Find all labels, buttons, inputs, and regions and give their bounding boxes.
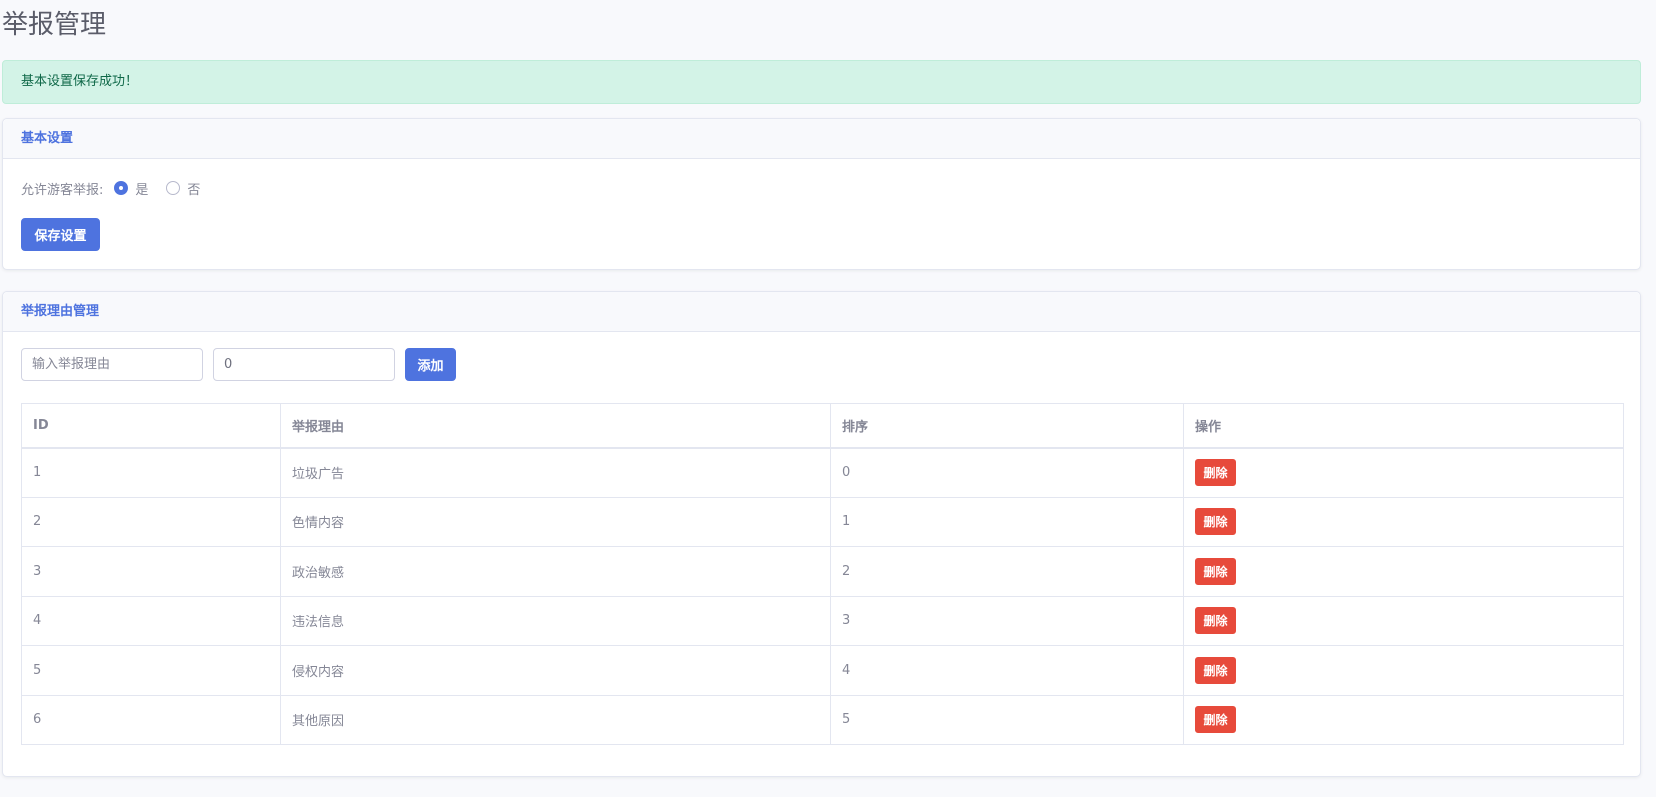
cell-sort: 4 — [830, 645, 1184, 696]
column-header-action: 操作 — [1183, 403, 1624, 449]
guest-report-yes-option[interactable]: 是 — [114, 179, 148, 198]
cell-action: 删除 — [1183, 546, 1624, 597]
table-row: 5 侵权内容 4 删除 — [21, 645, 1624, 696]
basic-settings-card: 基本设置 允许游客举报: 是 否 保存设置 — [2, 118, 1641, 270]
cell-action: 删除 — [1183, 595, 1624, 646]
save-settings-button[interactable]: 保存设置 — [21, 218, 100, 251]
cell-reason: 其他原因 — [280, 694, 831, 745]
success-alert: 基本设置保存成功！ — [2, 60, 1641, 104]
table-row: 2 色情内容 1 删除 — [21, 496, 1624, 547]
cell-id: 2 — [21, 496, 281, 547]
cell-action: 删除 — [1183, 447, 1624, 498]
radio-no[interactable] — [166, 181, 181, 195]
delete-button[interactable]: 删除 — [1195, 459, 1236, 486]
column-header-reason: 举报理由 — [280, 403, 831, 449]
delete-button[interactable]: 删除 — [1195, 508, 1236, 536]
reason-input[interactable] — [21, 348, 203, 381]
table-row: 1 垃圾广告 0 删除 — [21, 447, 1624, 498]
delete-button[interactable]: 删除 — [1195, 607, 1236, 635]
cell-id: 3 — [21, 546, 281, 597]
cell-id: 6 — [21, 694, 281, 745]
table-row: 6 其他原因 5 删除 — [21, 694, 1624, 745]
cell-sort: 1 — [830, 496, 1184, 547]
cell-reason: 政治敏感 — [280, 546, 831, 597]
radio-yes[interactable] — [114, 181, 129, 195]
add-reason-button[interactable]: 添加 — [405, 348, 456, 381]
table-row: 4 违法信息 3 删除 — [21, 595, 1624, 646]
radio-no-label: 否 — [187, 182, 201, 198]
column-header-sort: 排序 — [830, 403, 1184, 449]
radio-yes-label: 是 — [135, 182, 149, 198]
report-reasons-card: 举报理由管理 添加 ID 举报理由 排序 操作 1 垃圾广告 0 删除 2 色情… — [2, 291, 1641, 777]
cell-sort: 3 — [830, 595, 1184, 646]
cell-sort: 5 — [830, 694, 1184, 745]
cell-sort: 2 — [830, 546, 1184, 597]
sort-input[interactable] — [213, 348, 395, 381]
cell-sort: 0 — [830, 447, 1184, 498]
cell-action: 删除 — [1183, 645, 1624, 696]
cell-reason: 色情内容 — [280, 496, 831, 547]
cell-reason: 违法信息 — [280, 595, 831, 646]
cell-id: 1 — [21, 447, 281, 498]
table-row: 3 政治敏感 2 删除 — [21, 546, 1624, 597]
basic-settings-header: 基本设置 — [3, 119, 1640, 159]
cell-id: 5 — [21, 645, 281, 696]
guest-report-row: 允许游客举报: 是 否 — [21, 178, 218, 198]
cell-action: 删除 — [1183, 694, 1624, 745]
cell-reason: 侵权内容 — [280, 645, 831, 696]
cell-id: 4 — [21, 595, 281, 646]
column-header-id: ID — [21, 403, 281, 449]
delete-button[interactable]: 删除 — [1195, 656, 1236, 684]
page-title: 举报管理 — [2, 10, 107, 40]
delete-button[interactable]: 删除 — [1195, 706, 1236, 734]
report-reasons-header: 举报理由管理 — [3, 292, 1640, 332]
guest-report-no-option[interactable]: 否 — [166, 179, 200, 198]
cell-reason: 垃圾广告 — [280, 447, 831, 498]
reasons-table: ID 举报理由 排序 操作 1 垃圾广告 0 删除 2 色情内容 1 删除 3 … — [21, 403, 1624, 745]
cell-action: 删除 — [1183, 496, 1624, 547]
delete-button[interactable]: 删除 — [1195, 557, 1236, 585]
guest-report-label: 允许游客举报: — [21, 182, 104, 198]
table-header-row: ID 举报理由 排序 操作 — [21, 403, 1624, 449]
